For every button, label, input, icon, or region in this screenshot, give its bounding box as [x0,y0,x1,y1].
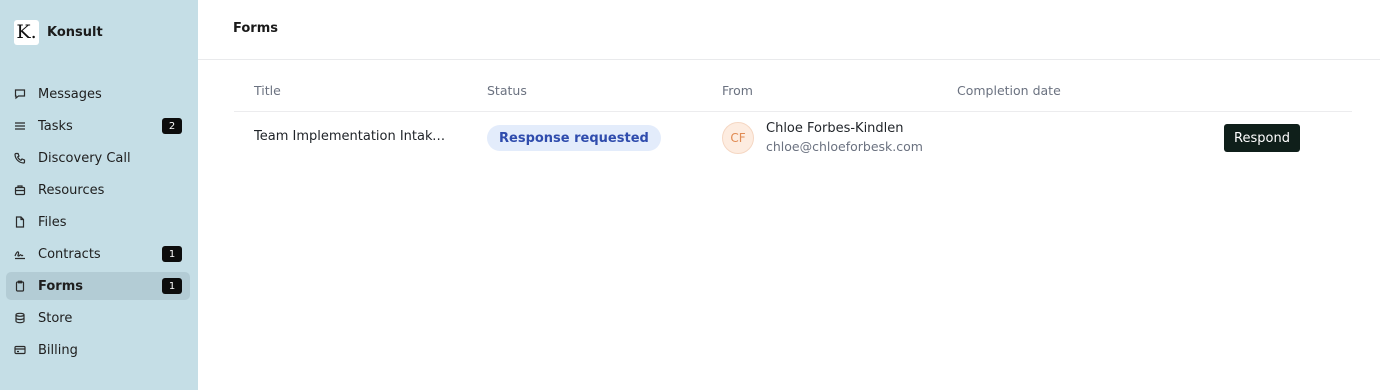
column-header-from: From [722,83,753,98]
signature-icon [14,248,26,260]
database-icon [14,312,26,324]
sidebar-item-label: Files [38,214,67,230]
main-content: Forms Title Status From Completion date … [198,0,1380,390]
respond-button[interactable]: Respond [1224,124,1300,152]
tasks-count-badge: 2 [162,118,182,134]
sidebar-item-label: Messages [38,86,102,102]
sender-email: chloe@chloeforbesk.com [766,139,923,154]
brand-name: Konsult [47,25,103,40]
sidebar: K. Konsult Messages Tasks 2 Discovery Ca… [0,0,198,390]
sender-name: Chloe Forbes-Kindlen [766,121,904,136]
sidebar-item-label: Contracts [38,246,101,262]
sidebar-item-store[interactable]: Store [6,304,190,332]
file-icon [14,216,26,228]
phone-icon [14,152,26,164]
column-header-completion-date: Completion date [957,83,1061,98]
contracts-count-badge: 1 [162,246,182,262]
sidebar-item-forms[interactable]: Forms 1 [6,272,190,300]
avatar: CF [722,122,754,154]
chat-bubble-icon [14,88,26,100]
brand-logo: K. [14,20,39,45]
briefcase-icon [14,184,26,196]
column-header-status: Status [487,83,527,98]
sidebar-item-label: Discovery Call [38,150,131,166]
sidebar-item-files[interactable]: Files [6,208,190,236]
forms-table: Title Status From Completion date Team I… [234,72,1352,164]
column-header-title: Title [254,83,281,98]
credit-card-icon [14,344,26,356]
sidebar-item-messages[interactable]: Messages [6,80,190,108]
sidebar-item-tasks[interactable]: Tasks 2 [6,112,190,140]
table-row[interactable]: Team Implementation Intake Form Response… [234,112,1352,164]
status-badge: Response requested [487,125,661,151]
sidebar-item-label: Store [38,310,73,326]
sidebar-item-label: Forms [38,278,83,294]
sidebar-item-label: Tasks [38,118,73,134]
header: Forms [198,0,1380,60]
page-title: Forms [233,21,278,36]
table-header: Title Status From Completion date [234,72,1352,112]
sidebar-item-label: Resources [38,182,105,198]
brand[interactable]: K. Konsult [14,20,103,45]
forms-count-badge: 1 [162,278,182,294]
form-title[interactable]: Team Implementation Intake Form [254,129,450,144]
sidebar-item-discovery-call[interactable]: Discovery Call [6,144,190,172]
sidebar-item-billing[interactable]: Billing [6,336,190,364]
sidebar-item-resources[interactable]: Resources [6,176,190,204]
list-icon [14,120,26,132]
sidebar-item-label: Billing [38,342,78,358]
sidebar-item-contracts[interactable]: Contracts 1 [6,240,190,268]
clipboard-icon [14,280,26,292]
sidebar-nav: Messages Tasks 2 Discovery Call Resource… [6,80,190,368]
